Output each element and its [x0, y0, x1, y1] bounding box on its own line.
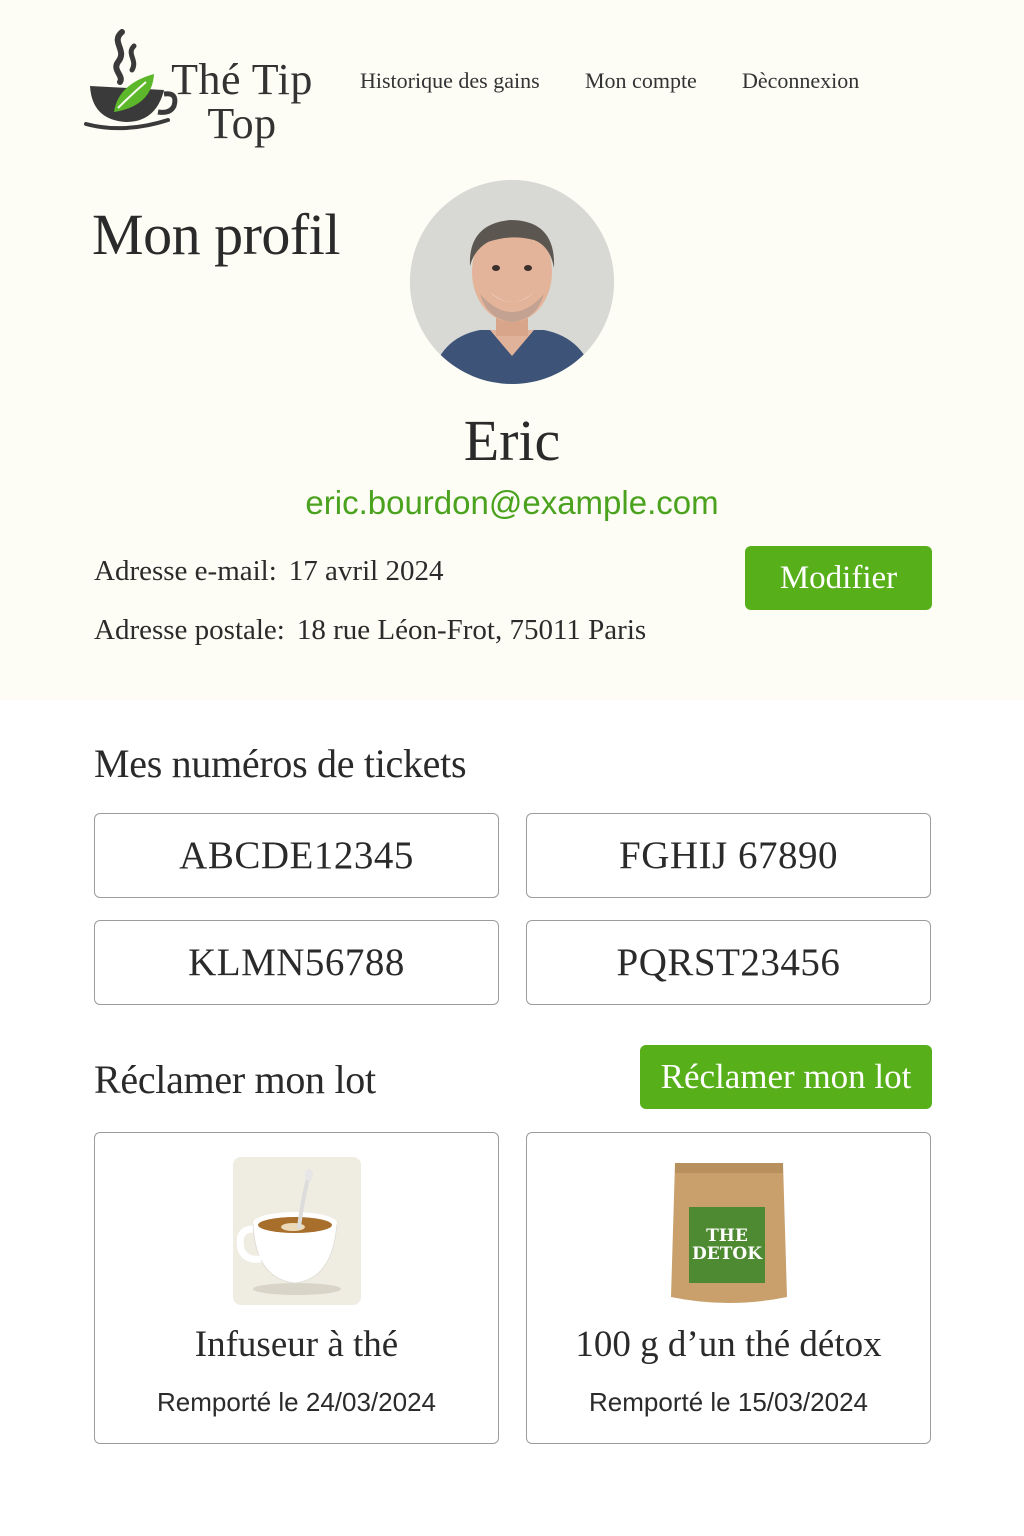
page-title: Mon profil	[92, 202, 340, 267]
prize-name: 100 g d’un thé détox	[575, 1324, 882, 1365]
prize-won-date: Remporté le 15/03/2024	[589, 1387, 868, 1417]
email-label: Adresse e-mail:	[94, 555, 277, 587]
prize-name: Infuseur à thé	[194, 1324, 399, 1365]
postal-address-row: Adresse postale: 18 rue Léon-Frot, 75011 …	[94, 614, 646, 647]
ticket-number[interactable]: KLMN56788	[94, 920, 499, 1005]
claim-prize-button[interactable]: Réclamer mon lot	[640, 1045, 932, 1109]
nav-my-account[interactable]: Mon compte	[585, 68, 697, 94]
logo-text: Thé Tip Top	[171, 55, 313, 148]
ticket-number[interactable]: FGHIJ 67890	[526, 813, 931, 898]
claim-section-title: Réclamer mon lot	[94, 1057, 376, 1102]
email-value: 17 avril 2024	[288, 555, 444, 587]
nav-logout[interactable]: Dèconnexion	[742, 68, 859, 94]
postal-address-label: Adresse postale:	[94, 614, 285, 646]
bag-label-line1: THE	[706, 1226, 748, 1246]
avatar	[410, 180, 614, 384]
prize-card[interactable]: Infuseur à thé Remporté le 24/03/2024	[94, 1132, 499, 1444]
ticket-number[interactable]: PQRST23456	[526, 920, 931, 1005]
tickets-section-title: Mes numéros de tickets	[94, 741, 467, 786]
detox-tea-bag-image: THE DETOK	[670, 1163, 787, 1303]
email-info-row: Adresse e-mail: 17 avril 2024	[94, 555, 443, 588]
logo[interactable]: Thé Tip Top	[84, 28, 334, 148]
user-name: Eric	[463, 408, 561, 473]
user-email: eric.bourdon@example.com	[305, 484, 719, 521]
tea-cup-image	[232, 1157, 361, 1305]
postal-address-value: 18 rue Léon-Frot, 75011 Paris	[296, 614, 647, 646]
bag-label-line2: DETOK	[692, 1244, 763, 1264]
nav-gains-history[interactable]: Historique des gains	[360, 68, 540, 94]
edit-profile-button[interactable]: Modifier	[745, 546, 932, 610]
ticket-number[interactable]: ABCDE12345	[94, 813, 499, 898]
prize-card[interactable]: THE DETOK 100 g d’un thé détox Remporté …	[526, 1132, 931, 1444]
prize-won-date: Remporté le 24/03/2024	[157, 1387, 436, 1417]
